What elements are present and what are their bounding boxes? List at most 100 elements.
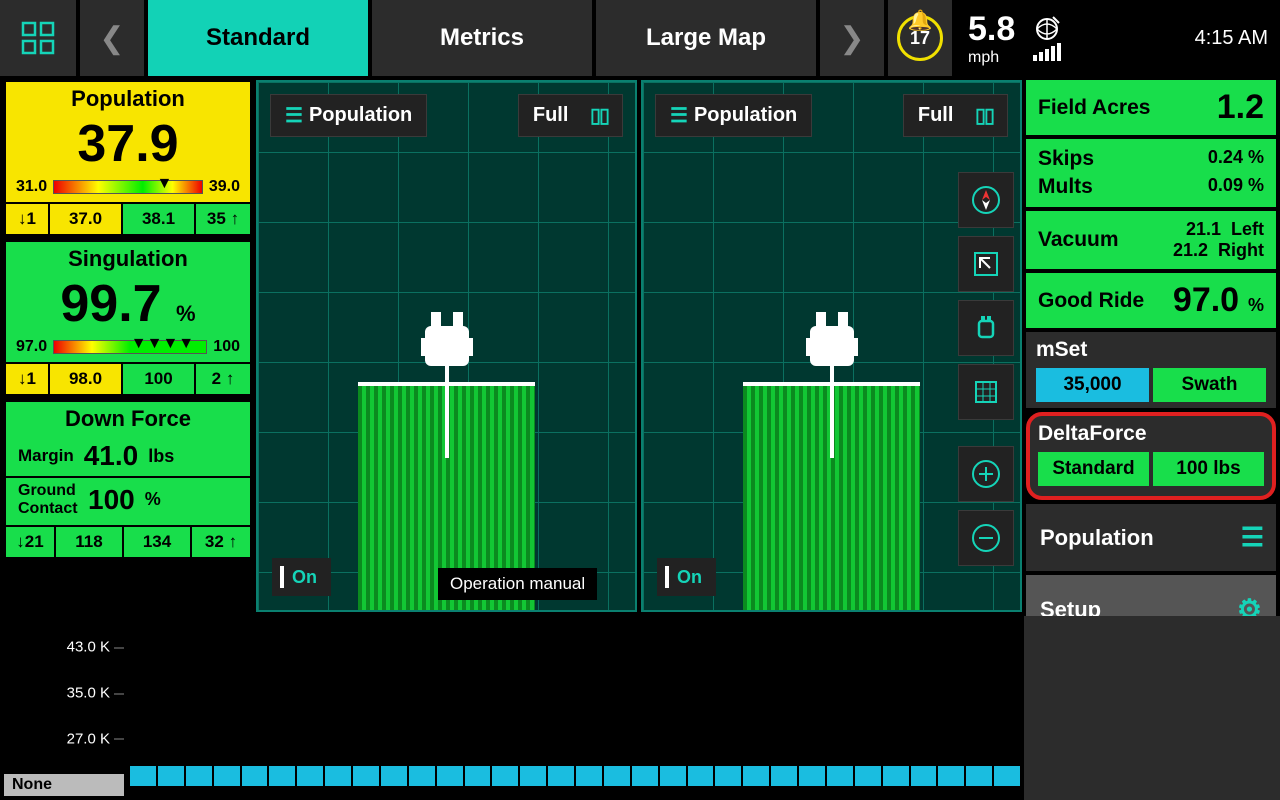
tractor-icon	[407, 302, 487, 462]
row-chart[interactable]: 43.0 K 35.0 K 27.0 K None	[0, 616, 1280, 800]
split-icon: ▯▯	[590, 103, 608, 128]
singulation-title: Singulation	[6, 242, 250, 276]
mset-label: mSet	[1036, 338, 1266, 362]
deltaforce-card[interactable]: DeltaForce Standard 100 lbs	[1026, 412, 1276, 500]
tooltip: Operation manual	[438, 568, 597, 600]
chart-footer-label: None	[4, 774, 124, 796]
map-tools	[958, 172, 1014, 566]
tab-standard[interactable]: Standard	[148, 0, 368, 76]
status-bar: 5.8 mph 4:15 AM	[956, 0, 1280, 76]
bell-icon: 🔔	[908, 8, 933, 33]
layers-icon: ☰	[670, 103, 686, 128]
singulation-card[interactable]: Singulation 99.7 % 97.0 ▼▼▼▼ 100 ↓1 98.0…	[4, 240, 252, 396]
sing-range-low: 97.0	[16, 338, 47, 356]
singulation-gauge: ▼▼▼▼	[53, 340, 207, 354]
singulation-value: 99.7 %	[6, 276, 250, 338]
df-gc-unit: %	[145, 489, 161, 510]
field-acres-card[interactable]: Field Acres 1.2	[1026, 80, 1276, 135]
sing-stat-down: 1	[27, 369, 36, 389]
population-value: 37.9	[6, 116, 250, 178]
alerts-button[interactable]: 🔔 17	[888, 0, 952, 76]
topbar: ❮ Standard Metrics Large Map ❯ 🔔 17 5.8 …	[0, 0, 1280, 76]
pop-stat-a: 37.0	[50, 204, 123, 234]
df-stat-up: 32	[205, 532, 224, 552]
population-title: Population	[6, 82, 250, 116]
df-margin-unit: lbs	[148, 446, 174, 467]
population-gauge: ▼	[53, 180, 203, 194]
map-layer-button-2[interactable]: ☰Population	[655, 94, 812, 137]
df-margin-value: 41.0	[84, 440, 139, 472]
df-gc-value: 100	[88, 484, 135, 516]
map-area: ☰Population Full ▯▯ On Operation manual …	[252, 76, 1026, 616]
sing-stat-a: 98.0	[50, 364, 123, 394]
right-column: Field Acres 1.2 Skips0.24 % Mults0.09 % …	[1026, 76, 1280, 616]
mset-swath-button[interactable]: Swath	[1153, 368, 1266, 402]
downforce-title: Down Force	[6, 402, 250, 436]
map-on-toggle-2[interactable]: On	[657, 558, 716, 596]
population-range-low: 31.0	[16, 178, 47, 196]
df-margin-label: Margin	[18, 446, 74, 466]
map-panel-left[interactable]: ☰Population Full ▯▯ On Operation manual	[256, 80, 637, 612]
sing-stat-up: 2	[212, 369, 221, 389]
row-segments	[130, 766, 1020, 786]
left-column: Population 37.9 31.0 ▼ 39.0 ↓1 37.0 38.1…	[0, 76, 252, 616]
map-panel-right[interactable]: ☰Population Full ▯▯ On	[641, 80, 1022, 612]
mults-label: Mults	[1038, 175, 1093, 199]
field-acres-label: Field Acres	[1038, 96, 1150, 119]
pop-stat-down: 1	[27, 209, 36, 229]
chart-bars	[130, 626, 1020, 760]
fullscreen-icon[interactable]	[958, 236, 1014, 292]
apps-grid-icon[interactable]	[0, 0, 76, 76]
df-gc-label: Ground Contact	[18, 482, 78, 517]
delta-mode-button[interactable]: Standard	[1038, 452, 1149, 486]
skips-value: 0.24	[1208, 147, 1243, 167]
skips-mults-card[interactable]: Skips0.24 % Mults0.09 %	[1026, 139, 1276, 207]
goodride-value: 97.0	[1173, 281, 1239, 319]
tractor-icon-2	[792, 302, 872, 462]
mset-card[interactable]: mSet 35,000 Swath	[1026, 332, 1276, 408]
sing-stat-b: 100	[123, 364, 196, 394]
tractor-center-icon[interactable]	[958, 300, 1014, 356]
vacuum-card[interactable]: Vacuum 21.1 Left 21.2 Right	[1026, 211, 1276, 269]
prev-tab-icon[interactable]: ❮	[80, 0, 144, 76]
tab-large-map[interactable]: Large Map	[596, 0, 816, 76]
menu-icon: ☰	[1241, 522, 1262, 553]
speed-unit: mph	[968, 49, 1015, 67]
downforce-card[interactable]: Down Force Margin 41.0 lbs Ground Contac…	[4, 400, 252, 559]
map-view-button-2[interactable]: Full ▯▯	[903, 94, 1008, 137]
tab-metrics[interactable]: Metrics	[372, 0, 592, 76]
goodride-card[interactable]: Good Ride 97.0 %	[1026, 273, 1276, 328]
compass-icon[interactable]	[958, 172, 1014, 228]
vacuum-right-value: 21.2	[1173, 240, 1208, 260]
population-card[interactable]: Population 37.9 31.0 ▼ 39.0 ↓1 37.0 38.1…	[4, 80, 252, 236]
signal-bars-icon	[1033, 43, 1061, 61]
df-stat-down: 21	[25, 532, 44, 552]
grid-view-icon[interactable]	[958, 364, 1014, 420]
main: Population 37.9 31.0 ▼ 39.0 ↓1 37.0 38.1…	[0, 76, 1280, 616]
speed-value: 5.8	[968, 10, 1015, 49]
zoom-in-icon[interactable]	[958, 446, 1014, 502]
menu-population[interactable]: Population ☰	[1026, 504, 1276, 571]
next-tab-icon[interactable]: ❯	[820, 0, 884, 76]
gps-icon	[1033, 15, 1061, 61]
pop-stat-up: 35	[207, 209, 226, 229]
vacuum-label: Vacuum	[1038, 228, 1119, 252]
map-view-button[interactable]: Full ▯▯	[518, 94, 623, 137]
layers-icon: ☰	[285, 103, 301, 128]
split-icon: ▯▯	[975, 103, 993, 128]
mults-value: 0.09	[1208, 175, 1243, 195]
pop-stat-b: 38.1	[123, 204, 196, 234]
map-layer-button[interactable]: ☰Population	[270, 94, 427, 137]
mset-value-button[interactable]: 35,000	[1036, 368, 1149, 402]
delta-value-button[interactable]: 100 lbs	[1153, 452, 1264, 486]
field-acres-value: 1.2	[1217, 88, 1264, 127]
sing-range-high: 100	[213, 338, 240, 356]
skips-label: Skips	[1038, 147, 1094, 171]
goodride-label: Good Ride	[1038, 289, 1144, 313]
population-range-high: 39.0	[209, 178, 240, 196]
vacuum-left-value: 21.1	[1186, 219, 1221, 239]
map-on-toggle[interactable]: On	[272, 558, 331, 596]
zoom-out-icon[interactable]	[958, 510, 1014, 566]
clock: 4:15 AM	[1195, 27, 1268, 50]
deltaforce-label: DeltaForce	[1038, 422, 1264, 446]
